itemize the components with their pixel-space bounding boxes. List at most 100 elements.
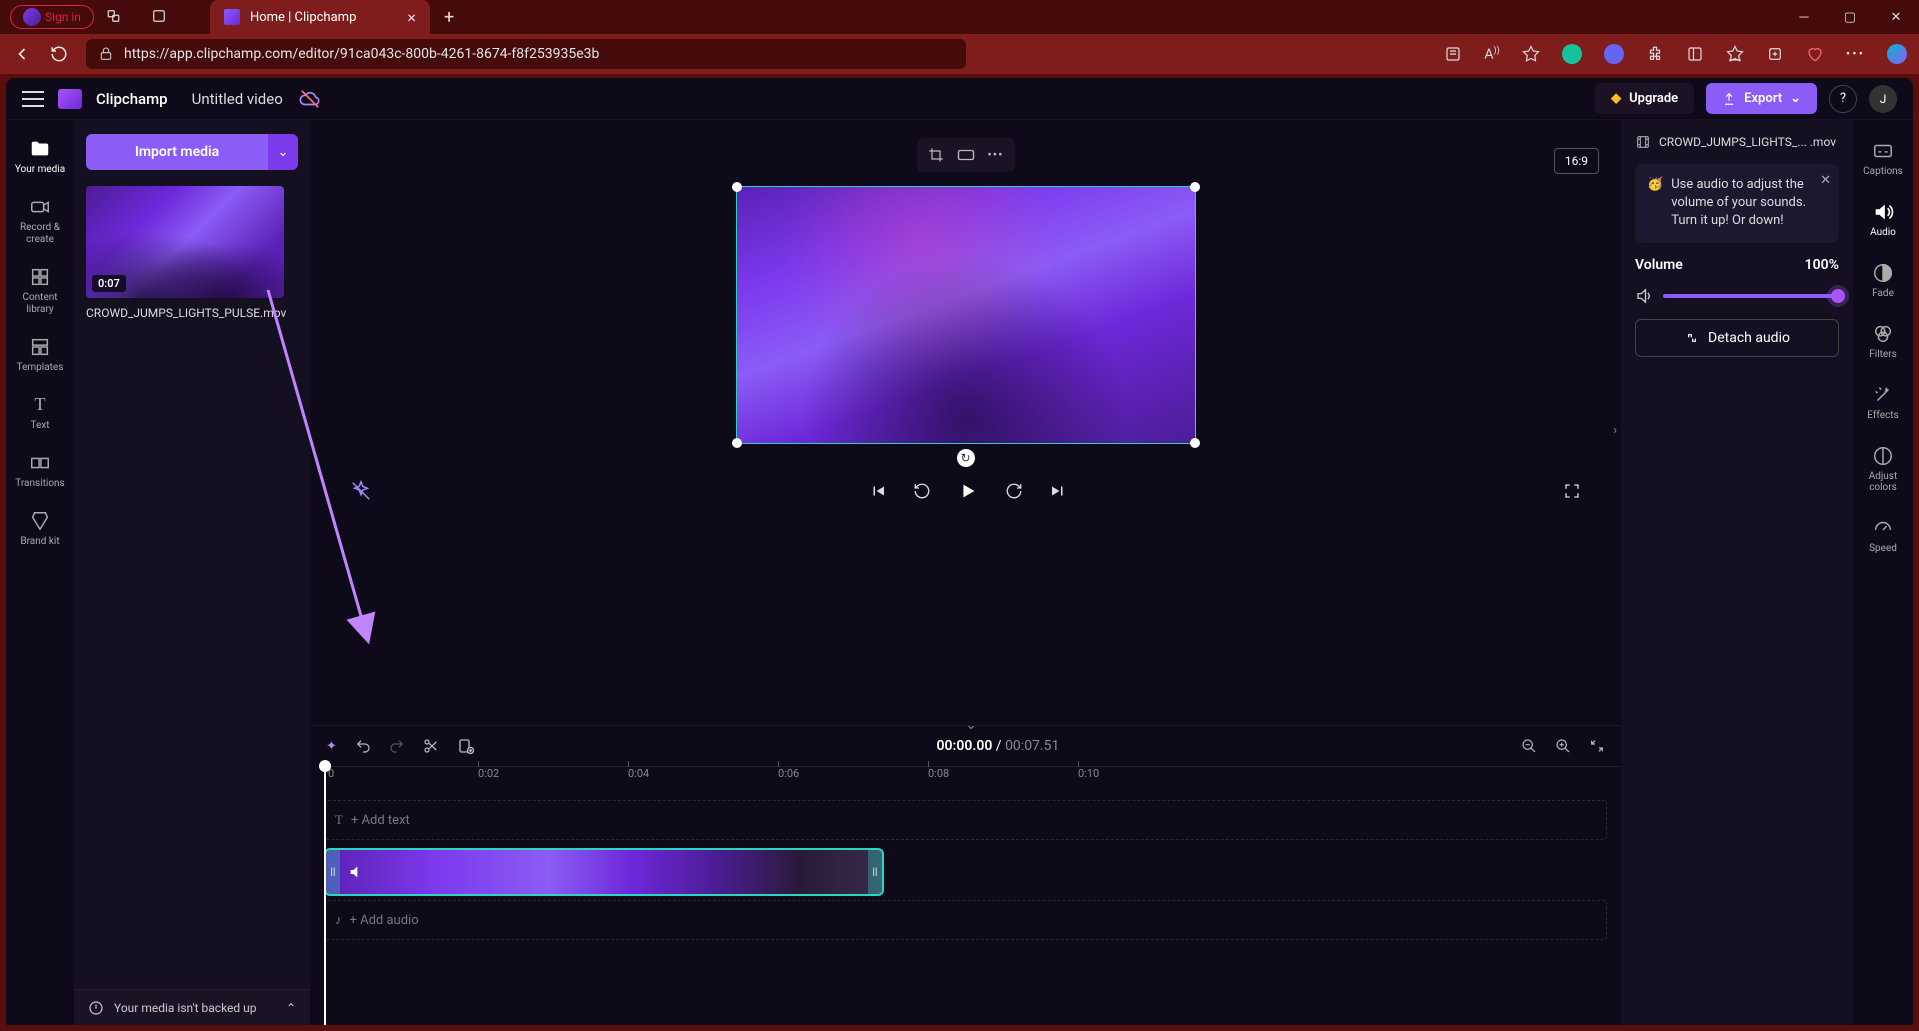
sidebar-icon[interactable] [1686,45,1704,63]
add-clip-icon[interactable] [457,737,475,755]
upgrade-button[interactable]: ◆ Upgrade [1595,83,1694,114]
zoom-in-icon[interactable] [1555,738,1571,754]
rnav-speed[interactable]: Speed [1853,505,1913,566]
tab-overview-icon[interactable] [150,7,170,27]
refresh-icon[interactable] [50,45,68,63]
favorite-icon[interactable] [1522,45,1540,63]
audio-track[interactable]: ♪ + Add audio [324,900,1607,940]
window-maximize-icon[interactable]: ▢ [1827,0,1873,34]
text-track[interactable]: T + Add text [324,800,1607,840]
rnav-adjust-colors[interactable]: Adjust colors [1853,433,1913,505]
fit-icon[interactable] [953,144,979,166]
zoom-out-icon[interactable] [1521,738,1537,754]
timeline-ruler[interactable]: 0 0:02 0:04 0:06 0:08 0:10 [324,766,1621,794]
help-button[interactable]: ? [1829,85,1857,113]
volume-slider[interactable] [1663,294,1839,298]
clip-handle-left[interactable]: || [326,850,340,894]
undo-icon[interactable] [355,738,371,754]
brand-name[interactable]: Clipchamp [96,90,168,108]
extensions-menu-icon[interactable] [1646,45,1664,63]
url-input[interactable]: https://app.clipchamp.com/editor/91ca043… [86,39,966,69]
detach-icon [1684,330,1700,346]
upgrade-label: Upgrade [1629,91,1678,106]
nav-templates[interactable]: Templates [6,326,74,384]
fit-timeline-icon[interactable] [1589,738,1605,754]
project-name[interactable]: Untitled video [192,90,283,108]
extension-purple-icon[interactable] [1604,44,1624,64]
tip-close-icon[interactable]: ✕ [1820,172,1831,190]
nav-brand-kit[interactable]: Brand kit [6,500,74,558]
app-install-icon[interactable] [1444,45,1462,63]
fullscreen-icon[interactable] [1563,482,1581,500]
more-menu-icon[interactable]: ••• [1846,47,1865,62]
video-preview[interactable]: ↻ [736,186,1196,444]
export-button[interactable]: Export ⌄ [1706,83,1817,114]
grammarly-ext-icon[interactable] [1562,44,1582,64]
skip-end-icon[interactable] [1049,482,1067,500]
slider-thumb[interactable] [1831,289,1845,303]
timeline-panel: ⌄ ✦ 00:00.00 / 00:07.51 [310,725,1621,1025]
site-info-icon[interactable] [98,46,114,62]
split-icon[interactable] [423,738,439,754]
clip-volume-icon[interactable] [348,864,364,880]
collapse-timeline-icon[interactable]: ⌄ [966,718,977,733]
clip-handle-right[interactable]: || [868,850,882,894]
workspaces-icon[interactable] [106,7,126,27]
window-minimize-icon[interactable]: ─ [1781,0,1827,34]
chevron-up-icon[interactable]: ⌃ [286,1001,296,1015]
nav-record-create[interactable]: Record & create [6,186,74,256]
nav-text[interactable]: T Text [6,384,74,442]
rnav-captions[interactable]: Captions [1853,128,1913,189]
collections-icon[interactable] [1766,45,1784,63]
play-button[interactable] [957,480,979,502]
signin-button[interactable]: Sign in [10,5,94,29]
import-dropdown-button[interactable]: ⌄ [268,134,298,170]
cloud-sync-off-icon[interactable] [297,86,323,112]
redo-icon[interactable] [389,738,405,754]
detach-audio-button[interactable]: Detach audio [1635,319,1839,357]
captions-icon [1872,140,1894,162]
rnav-filters[interactable]: Filters [1853,311,1913,372]
user-avatar[interactable]: J [1869,85,1897,113]
playhead[interactable] [324,766,326,1025]
aspect-ratio-button[interactable]: 16:9 [1554,148,1599,174]
hamburger-menu-icon[interactable] [22,91,44,107]
rnav-fade[interactable]: Fade [1853,250,1913,311]
resize-handle-br[interactable] [1190,438,1200,448]
rewind-icon[interactable] [913,482,931,500]
media-thumbnail[interactable]: 0:07 [86,186,284,298]
media-filename: CROWD_JUMPS_LIGHTS_PULSE.mov [86,306,298,320]
nav-your-media[interactable]: Your media [6,128,74,186]
crop-icon[interactable] [923,144,949,166]
rnav-effects[interactable]: Effects [1853,372,1913,433]
speaker-icon[interactable] [1635,287,1653,305]
window-controls: ─ ▢ ✕ [1781,0,1919,34]
backup-notice[interactable]: Your media isn't backed up ⌃ [74,989,310,1025]
expand-right-icon[interactable]: › [1613,423,1617,438]
browser-tab[interactable]: Home | Clipchamp × [210,0,430,34]
skip-start-icon[interactable] [869,482,887,500]
copilot-icon[interactable] [1887,44,1907,64]
new-tab-button[interactable]: + [444,7,454,28]
rotate-handle[interactable]: ↻ [957,449,975,467]
ai-timeline-icon[interactable]: ✦ [326,739,337,754]
video-clip[interactable]: || || [324,848,884,896]
nav-content-library[interactable]: Content library [6,256,74,326]
more-canvas-icon[interactable]: ••• [983,144,1009,166]
resize-handle-bl[interactable] [732,438,742,448]
ai-sparkle-icon[interactable] [350,480,372,502]
center-area: ••• 16:9 ↻ [310,120,1621,1025]
favorites-bar-icon[interactable] [1726,45,1744,63]
rnav-audio[interactable]: Audio [1853,189,1913,250]
resize-handle-tl[interactable] [732,182,742,192]
nav-transitions[interactable]: Transitions [6,442,74,500]
back-icon[interactable] [12,44,32,64]
wellness-icon[interactable] [1806,45,1824,63]
forward-icon[interactable] [1005,482,1023,500]
tab-close-icon[interactable]: × [407,8,416,27]
resize-handle-tr[interactable] [1190,182,1200,192]
read-aloud-icon[interactable]: A)) [1484,46,1499,63]
import-media-button[interactable]: Import media [86,134,268,170]
clipchamp-editor: Clipchamp Untitled video ◆ Upgrade Expor… [6,78,1913,1025]
window-close-icon[interactable]: ✕ [1873,0,1919,34]
